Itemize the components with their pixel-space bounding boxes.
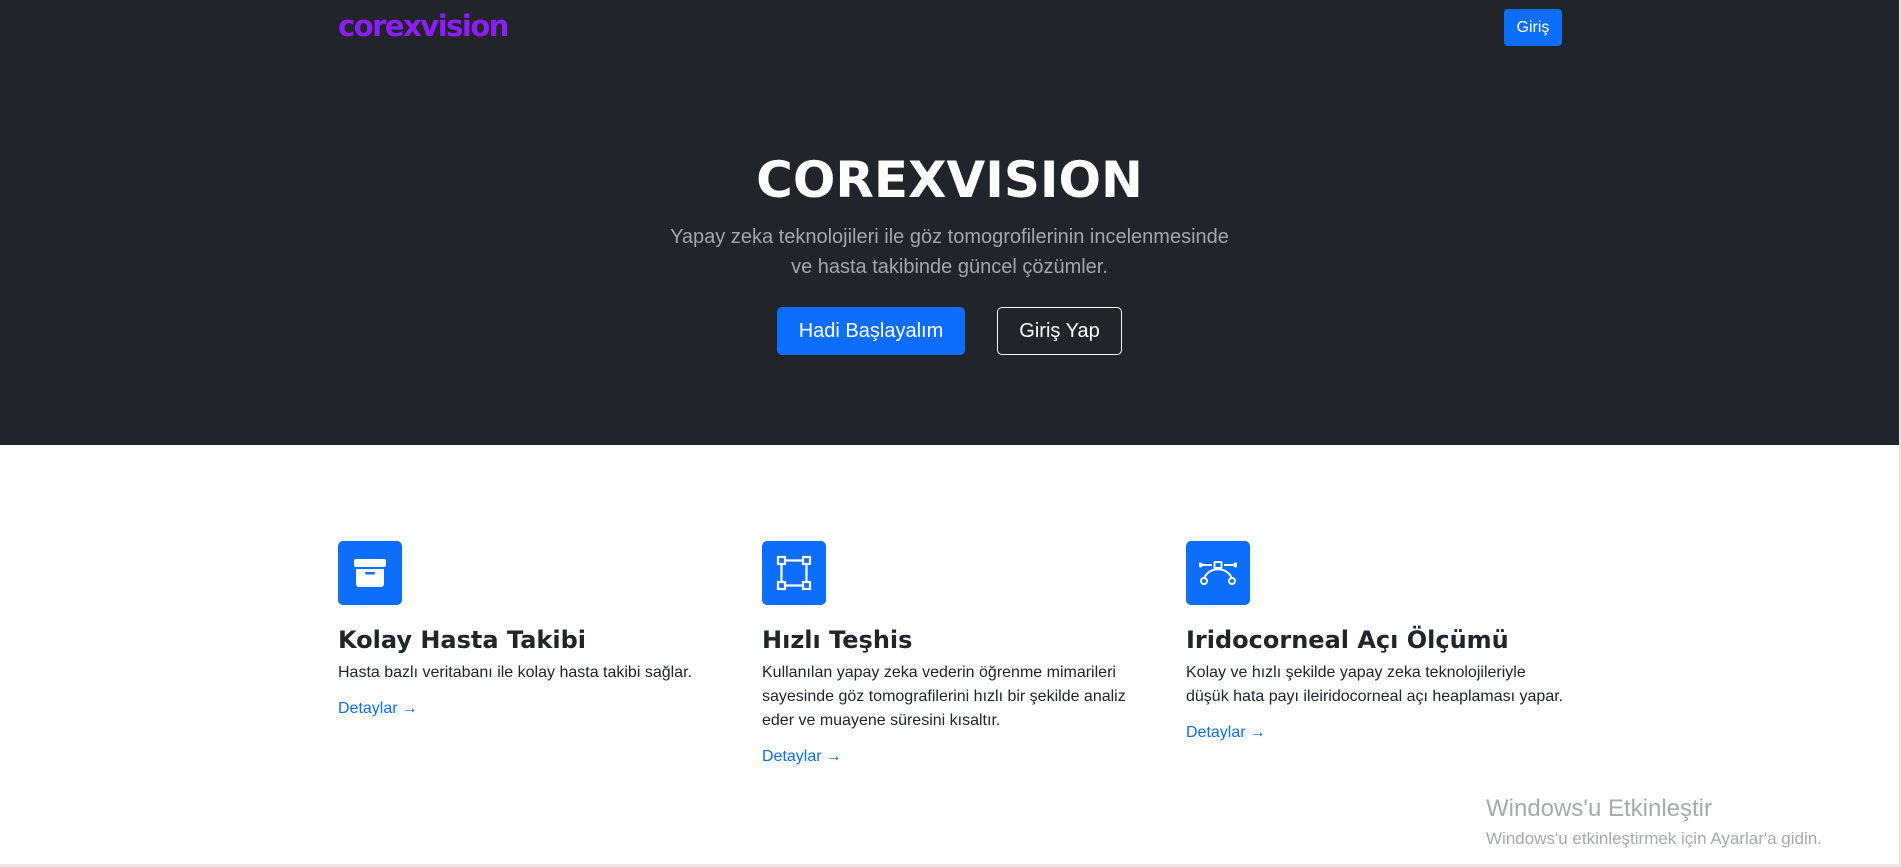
details-link[interactable]: Detaylar →: [1186, 721, 1266, 745]
watermark-subtitle: Windows'u etkinleştirmek için Ayarlar'a …: [1486, 829, 1822, 848]
navbar: corexvision Giriş: [338, 0, 1562, 54]
get-started-button[interactable]: Hadi Başlayalım: [777, 307, 965, 355]
arrow-right-icon: →: [1249, 724, 1266, 741]
feature-title: Hızlı Teşhis: [762, 626, 913, 654]
feature-title: Kolay Hasta Takibi: [338, 626, 587, 654]
hero-subtitle: Yapay zeka teknolojileri ile göz tomogro…: [670, 226, 1229, 278]
features-section: Kolay Hasta Takibi Hasta bazlı veritaban…: [338, 541, 1563, 771]
feature-title: Iridocorneal Açı Ölçümü: [1186, 626, 1509, 654]
details-link[interactable]: Detaylar →: [762, 745, 842, 769]
login-button[interactable]: Giriş Yap: [997, 307, 1122, 355]
archive-box-icon: [338, 541, 402, 605]
arrow-right-icon: →: [401, 700, 418, 717]
feature-text: Kolay ve hızlı şekilde yapay zeka teknol…: [1186, 664, 1564, 705]
details-link-label: Detaylar: [338, 700, 398, 717]
feature-text: Kullanılan yapay zeka vederin öğrenme mi…: [762, 664, 1126, 729]
logo[interactable]: corexvision: [338, 6, 509, 46]
windows-activation-watermark: Windows'u Etkinleştir Windows'u etkinleş…: [1486, 794, 1822, 851]
details-link[interactable]: Detaylar →: [338, 697, 418, 721]
feature-card: Hızlı Teşhis Kullanılan yapay zeka veder…: [762, 541, 1152, 769]
feature-text: Hasta bazlı veritabanı ile kolay hasta t…: [338, 664, 692, 681]
arrow-right-icon: →: [825, 748, 842, 765]
hero-buttons: Hadi Başlayalım Giriş Yap: [0, 307, 1899, 355]
nav-login-button[interactable]: Giriş: [1504, 9, 1562, 46]
feature-card: Iridocorneal Açı Ölçümü Kolay ve hızlı ş…: [1186, 541, 1576, 745]
details-link-label: Detaylar: [1186, 724, 1246, 741]
vector-pen-curve-icon: [1186, 541, 1250, 605]
feature-card: Kolay Hasta Takibi Hasta bazlı veritaban…: [338, 541, 728, 721]
hero-section: corexvision Giriş COREXVISION Yapay zeka…: [0, 0, 1899, 445]
details-link-label: Detaylar: [762, 748, 822, 765]
hero-content: COREXVISION Yapay zeka teknolojileri ile…: [0, 150, 1899, 355]
bounding-box-icon: [762, 541, 826, 605]
hero-title: COREXVISION: [756, 151, 1143, 209]
watermark-title: Windows'u Etkinleştir: [1486, 795, 1712, 822]
